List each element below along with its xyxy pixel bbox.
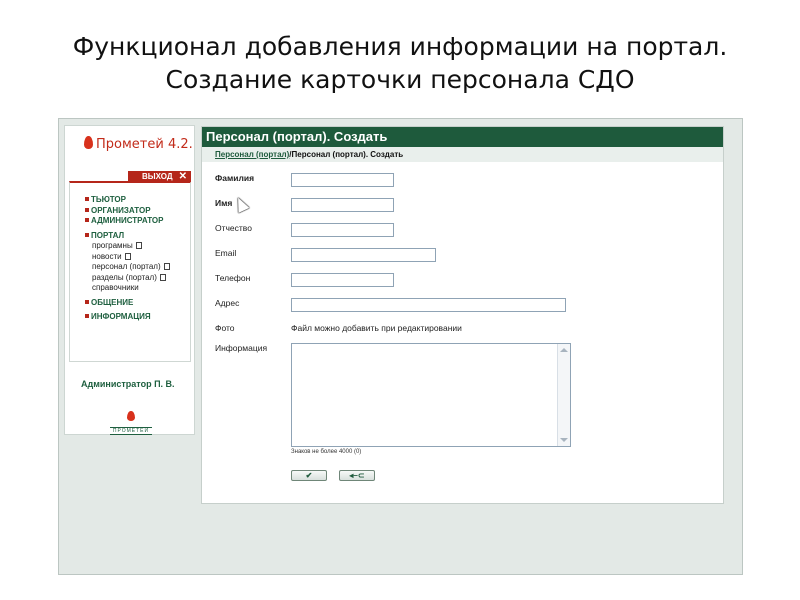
back-arrow-icon: ◂–⊂ <box>349 471 365 480</box>
slide-title-line1: Функционал добавления информации на порт… <box>72 32 728 61</box>
sidebar-item-tutor[interactable]: ТЬЮТОР <box>85 195 170 206</box>
flame-icon <box>84 136 93 149</box>
name-input[interactable] <box>291 198 394 212</box>
logo-text: Прометей 4.2. <box>96 137 193 152</box>
photo-note: Файл можно добавить при редактировании <box>291 323 462 333</box>
sidebar-subitem-label: новости <box>92 251 122 261</box>
sidebar-menu: ТЬЮТОР ОРГАНИЗАТОР АДМИНИСТРАТОР ПОРТАЛ … <box>85 195 170 323</box>
close-icon: ✕ <box>178 171 187 182</box>
address-label: Адрес <box>215 298 240 308</box>
address-input[interactable] <box>291 298 566 312</box>
patronymic-input[interactable] <box>291 223 394 237</box>
slide-title: Функционал добавления информации на порт… <box>0 30 800 96</box>
email-input[interactable] <box>291 248 436 262</box>
textarea-scrollbar[interactable] <box>557 344 570 446</box>
sidebar-subitem-sections[interactable]: разделы (портал) <box>85 273 170 284</box>
patronymic-label: Отчество <box>215 223 252 233</box>
logout-button[interactable]: ВЫХОД ✕ <box>128 171 191 182</box>
bottom-logo: ПРОМЕТЕЙ <box>110 408 152 435</box>
sidebar-item-organizer[interactable]: ОРГАНИЗАТОР <box>85 206 170 217</box>
sidebar-subitem-staff[interactable]: персонал (портал) <box>85 262 170 273</box>
name-label: Имя <box>215 198 233 208</box>
photo-label: Фото <box>215 323 235 333</box>
sidebar-item-portal[interactable]: ПОРТАЛ <box>85 231 170 242</box>
phone-label: Телефон <box>215 273 251 283</box>
document-icon <box>159 273 166 281</box>
check-icon: ✔ <box>305 471 313 480</box>
breadcrumb-link-staff[interactable]: Персонал (портал) <box>215 150 289 159</box>
bottom-logo-text: ПРОМЕТЕЙ <box>110 427 152 435</box>
save-button[interactable]: ✔ <box>291 470 327 481</box>
document-icon <box>163 263 170 270</box>
info-textarea[interactable] <box>291 343 571 447</box>
sidebar-subitem-label: персонал (портал) <box>92 262 161 271</box>
breadcrumb-current: Персонал (портал). Создать <box>291 150 404 159</box>
current-user-name: Администратор П. В. <box>81 379 175 389</box>
email-label: Email <box>215 248 237 258</box>
back-button[interactable]: ◂–⊂ <box>339 470 375 481</box>
page-title: Персонал (портал). Создать <box>202 127 723 147</box>
sidebar: Прометей 4.2. ВЫХОД ✕ ТЬЮТОР ОРГАНИЗАТОР… <box>64 125 195 435</box>
info-char-limit: Знаков не более 4000 (0) <box>291 449 362 455</box>
document-icon <box>135 242 142 249</box>
surname-label: Фамилия <box>215 173 255 183</box>
document-icon <box>124 252 131 260</box>
slide-title-line2: Создание карточки персонала СДО <box>165 65 635 94</box>
sidebar-subitem-references[interactable]: справочники <box>85 283 170 294</box>
sidebar-subitem-label: справочники <box>92 283 139 292</box>
logout-label: ВЫХОД <box>142 172 173 181</box>
scroll-down-icon[interactable] <box>560 438 568 442</box>
main-panel: Персонал (портал). Создать Персонал (пор… <box>201 126 724 504</box>
sidebar-subitem-news[interactable]: новости <box>85 252 170 263</box>
scroll-up-icon[interactable] <box>560 348 568 352</box>
sidebar-item-communication[interactable]: ОБЩЕНИЕ <box>85 298 170 309</box>
prometey-logo[interactable]: Прометей 4.2. <box>84 136 193 152</box>
surname-input[interactable] <box>291 173 394 187</box>
breadcrumb: Персонал (портал)/Персонал (портал). Соз… <box>202 147 723 162</box>
sidebar-item-administrator[interactable]: АДМИНИСТРАТОР <box>85 216 170 227</box>
sidebar-subitem-label: програмны <box>92 241 133 250</box>
sidebar-subitem-programs[interactable]: програмны <box>85 241 170 252</box>
sidebar-subitem-label: разделы (портал) <box>92 272 157 282</box>
sidebar-item-information[interactable]: ИНФОРМАЦИЯ <box>85 312 170 323</box>
info-label: Информация <box>215 343 268 353</box>
phone-input[interactable] <box>291 273 394 287</box>
flame-icon <box>127 411 135 421</box>
